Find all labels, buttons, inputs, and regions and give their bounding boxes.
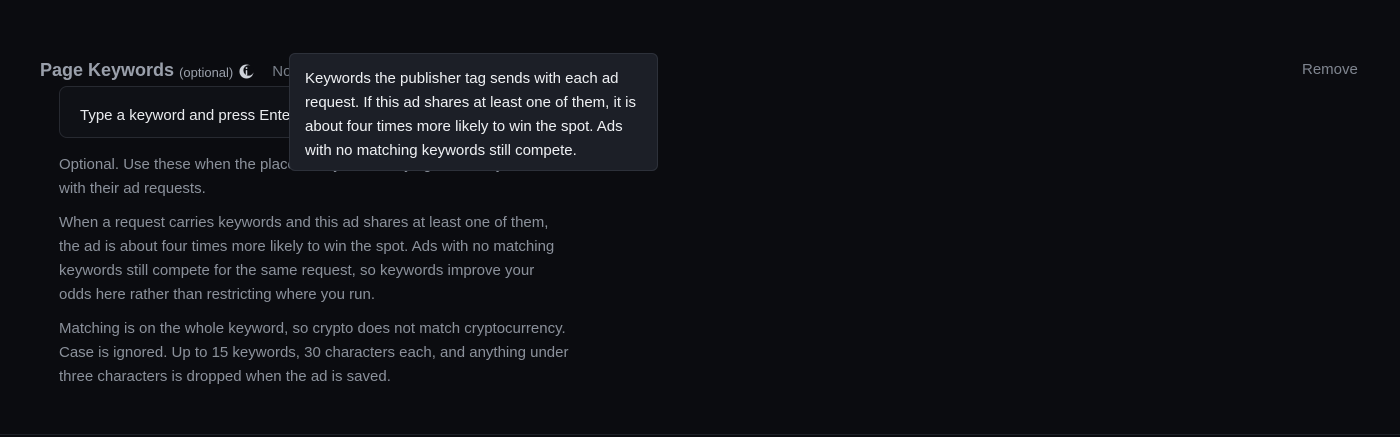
optional-label: (optional): [179, 64, 234, 80]
remove-button[interactable]: Remove: [1302, 61, 1358, 78]
field-header: Page Keywords (optional) Not set: [40, 60, 320, 81]
keywords-tooltip: Keywords the publisher tag sends with ea…: [289, 53, 658, 171]
help-text: Optional. Use these when the placement y…: [59, 153, 569, 399]
divider: [0, 434, 1400, 435]
page: Page Keywords (optional) Not set Remove …: [0, 0, 1400, 437]
help-paragraph: When a request carries keywords and this…: [59, 214, 555, 303]
field-title: Page Keywords: [40, 60, 175, 80]
info-icon[interactable]: [239, 64, 255, 79]
info-icon-graphic: [239, 64, 255, 79]
help-paragraph: Matching is on the whole keyword, so cry…: [59, 320, 569, 385]
tooltip-text: Keywords the publisher tag sends with ea…: [305, 70, 637, 159]
